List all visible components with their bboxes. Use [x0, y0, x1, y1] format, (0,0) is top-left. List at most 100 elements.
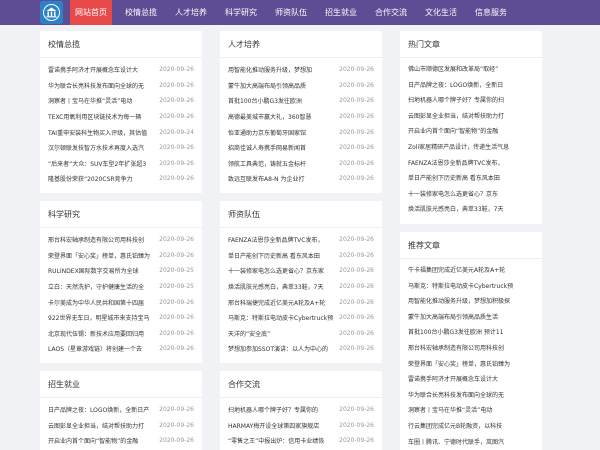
- list-item[interactable]: 雷诺携手阿济才开展概念车设计大: [408, 372, 534, 388]
- list-item[interactable]: 开启业内首个面向“智能物”的金融 2020-09-26: [48, 433, 194, 449]
- list-item[interactable]: 用智能化推动服务升级，梦想加 2020-09-26: [228, 62, 374, 78]
- list-item[interactable]: 牛卡福集团完成近亿美元A轮及A+轮: [408, 263, 534, 279]
- list-item[interactable]: 招商佳诚人寿携手网易新闻首 2020-09-26: [228, 140, 374, 156]
- sidebar-title: 热门文章: [400, 31, 542, 58]
- list-item[interactable]: 焕活肌肤光感亮白，典萃33鞋，7天: [408, 202, 534, 218]
- list-item[interactable]: 梦想加参加SSOT演讲：以人为中心的 2020-09-26: [228, 341, 374, 357]
- list-item[interactable]: 扫地机器人哪个牌子好？专属你的扫: [408, 93, 534, 109]
- site-logo[interactable]: [40, 1, 63, 24]
- list-item[interactable]: 车圈丨腾讯、宁德时代联手，岚图汽: [408, 435, 534, 450]
- list-item[interactable]: 洞察者丨宝马在华推“灵活”电动: [408, 403, 534, 419]
- list-item[interactable]: 云图彭显全业担当，结对帮扶助力打: [408, 109, 534, 125]
- nav-item-talent[interactable]: 人才培养: [170, 0, 212, 25]
- list-item[interactable]: 华为联合长亮科技发布面向全球的无: [408, 388, 534, 404]
- article-list: 日产品牌之夜：LOGO焕新，全新日产 2020-09-26 云图彭显全业担当，结对…: [40, 398, 202, 449]
- nav-item-faculty[interactable]: 师资队伍: [270, 0, 312, 25]
- article-date: 2020-09-26: [339, 144, 374, 152]
- article-title: “零售之王”中报出炉：信用卡业绩恢: [228, 438, 325, 446]
- list-item[interactable]: 十一装修家电怎么选更省心？京东: [408, 187, 534, 203]
- article-date: 2020-09-26: [159, 345, 194, 353]
- list-item[interactable]: FAENZA法恩莎全新品牌TVC发布，: [408, 156, 534, 172]
- list-item[interactable]: HARMAY梅开设全球第四家旗舰店 2020-09-26: [228, 418, 374, 434]
- article-date: 2020-09-26: [339, 421, 374, 429]
- list-item[interactable]: 云图彭显全业担当，结对帮扶助力打 2020-09-26: [48, 418, 194, 434]
- list-item[interactable]: 华为联合长亮科技发布面向全球的无 2020-09-26: [48, 78, 194, 94]
- list-item[interactable]: 天洋的“安全底” 2020-09-26: [228, 326, 374, 342]
- article-date: 2020-09-25: [159, 283, 194, 291]
- nav-item-cooperation[interactable]: 合作交流: [370, 0, 412, 25]
- list-item[interactable]: Zoli家居精研产品设计，传递生活气息: [408, 140, 534, 156]
- article-date: 2020-09-26: [339, 283, 374, 291]
- article-title: 马斯克：特斯拉电动皮卡Cybertruck预: [228, 315, 334, 323]
- article-title: 汉尔顿联发技智方水技术再度入选汽: [48, 145, 145, 153]
- article-date: 2020-09-26: [159, 97, 194, 105]
- card-title: 合作交流: [220, 371, 382, 398]
- list-item[interactable]: 日产品牌之夜：LOGO焕新，全新日: [408, 78, 534, 94]
- article-list: 雷诺携手阿济才开展概念车设计大 2020-09-26 华为联合长亮科技发布面向全球…: [40, 58, 202, 187]
- card-admissions: 招生就业 日产品牌之夜：LOGO焕新，全新日产 2020-09-26 云图彭显全业…: [40, 371, 202, 450]
- article-title: 日产品牌之夜：LOGO焕新，全新日产: [48, 407, 150, 415]
- list-item[interactable]: 行云集团完成亿元B轮融资，以科技: [408, 419, 534, 435]
- list-item[interactable]: 蒙牛加大高端布局引领高品质生活: [408, 310, 534, 326]
- list-item[interactable]: 致远互联发布A8-N 为企业打 2020-09-26: [228, 171, 374, 187]
- nav-item-culture[interactable]: 文化生活: [420, 0, 462, 25]
- sidebar-hot-articles: 热门文章 佛山市顺德区发展和改革局“取经” 日产品牌之夜：LOGO焕新，全新日 …: [400, 31, 542, 224]
- list-item[interactable]: 日产品牌之夜：LOGO焕新，全新日产 2020-09-26: [48, 402, 194, 418]
- nav-item-info-service[interactable]: 信息服务: [470, 0, 512, 25]
- article-date: 2020-09-24: [159, 128, 194, 136]
- nav-item-admissions[interactable]: 招生就业: [320, 0, 362, 25]
- list-item[interactable]: RULINDEX国际数字交易所为全球 2020-09-25: [48, 263, 194, 279]
- article-title: TAI重申安装科生物买入评级，其估值: [48, 129, 148, 137]
- list-item[interactable]: 荣登界面「安心奖」榜单，惠氏铂臻为 2020-09-26: [48, 248, 194, 264]
- list-item[interactable]: 马斯克：特斯拉电动皮卡Cybertruck预: [408, 279, 534, 295]
- article-title: LAOS（星章游戏链）将创建一个去: [48, 346, 143, 354]
- list-item[interactable]: 用智能化推动服务升级，梦想加积极探: [408, 294, 534, 310]
- list-item[interactable]: 邢台科宏轴承制造有限公司用科技创 2020-09-26: [48, 232, 194, 248]
- list-item[interactable]: 十一装修家电怎么选更省心？京东家 2020-09-26: [228, 263, 374, 279]
- article-date: 2020-09-26: [339, 66, 374, 74]
- card-title: 校情总揽: [40, 31, 202, 58]
- list-item[interactable]: 卡尔美成为中华人民共和国第十四届 2020-09-26: [48, 294, 194, 310]
- university-building-icon: [43, 4, 60, 21]
- list-item[interactable]: 怡亚通助力京东葡萄牙国家馆 2020-09-26: [228, 124, 374, 140]
- article-title: 梦想加参加SSOT演讲：以人为中心的: [228, 346, 329, 354]
- nav-item-overview[interactable]: 校情总揽: [120, 0, 162, 25]
- list-item[interactable]: 邢台科宏轴承制造有限公司用科技创: [408, 341, 534, 357]
- list-item[interactable]: 北京现代伍锡：新技术应用要回归用 2020-09-26: [48, 326, 194, 342]
- list-item[interactable]: 立白：天然洗护，守护健康生活的全 2020-09-25: [48, 279, 194, 295]
- list-item[interactable]: 单日产能创下历史新高 看东风本田 2020-09-26: [228, 248, 374, 264]
- article-title: 高德最美城市赢大礼，360智慧: [228, 114, 312, 122]
- list-item[interactable]: 蒙牛加大高端布局引领高品质 2020-09-26: [228, 78, 374, 94]
- list-item[interactable]: 雷诺携手阿济才开展概念车设计大 2020-09-26: [48, 62, 194, 78]
- list-item[interactable]: 单日产能创下历史新高 看东风本田: [408, 171, 534, 187]
- list-item[interactable]: TAI重申安装科生物买入评级，其估值 2020-09-24: [48, 124, 194, 140]
- list-item[interactable]: 汉尔顿联发技智方水技术再度入选汽 2020-09-26: [48, 140, 194, 156]
- article-date: 2020-09-26: [339, 406, 374, 414]
- list-item[interactable]: 荣登界面「安心奖」榜单，惠氏铂臻为: [408, 357, 534, 373]
- list-item[interactable]: 扫地机器人哪个牌子好？专属你的 2020-09-26: [228, 402, 374, 418]
- article-date: 2020-09-26: [159, 175, 194, 183]
- list-item[interactable]: 洞察者丨宝马在华推“灵活”电动 2020-09-26: [48, 93, 194, 109]
- list-item[interactable]: 922世界无车日，明星城市来支持宝马 2020-09-26: [48, 310, 194, 326]
- list-item[interactable]: TEXC用氧利用区块链技术为每一辆 2020-09-26: [48, 109, 194, 125]
- list-item[interactable]: 首批100台小鹏G3发往欧洲 2020-09-26: [228, 93, 374, 109]
- article-title: “后来者”大众：SUV车型2年扩张超3: [48, 160, 147, 168]
- list-item[interactable]: 马斯克：特斯拉电动皮卡Cybertruck预 2020-09-26: [228, 310, 374, 326]
- list-item[interactable]: FAENZA法恩莎全新品牌TVC发布， 2020-09-26: [228, 232, 374, 248]
- list-item[interactable]: 开启业内首个面向“智能物”的金融: [408, 124, 534, 140]
- nav-item-research[interactable]: 科学研究: [220, 0, 262, 25]
- article-title: 十一装修家电怎么选更省心？京东家: [228, 268, 325, 276]
- list-item[interactable]: 首批100台小鹏G3发往欧洲 预计11: [408, 325, 534, 341]
- list-item[interactable]: 焕活肌肤光感亮白，典萃33鞋，7天 2020-09-26: [228, 279, 374, 295]
- list-item[interactable]: “后来者”大众：SUV车型2年扩张超3 2020-09-26: [48, 156, 194, 172]
- list-item[interactable]: 隆基股份荣获“2020CSR竞争力 2020-09-26: [48, 171, 194, 187]
- list-item[interactable]: 邢台科瑞捷完成近亿美元A轮及A+轮 2020-09-26: [228, 294, 374, 310]
- nav-item-home[interactable]: 网站首页: [70, 0, 112, 25]
- list-item[interactable]: 佛山市顺德区发展和改革局“取经”: [408, 62, 534, 78]
- list-item[interactable]: 高德最美城市赢大礼，360智慧 2020-09-26: [228, 109, 374, 125]
- list-item[interactable]: 领航工具典范，铸就五金标杆 2020-09-26: [228, 156, 374, 172]
- list-item[interactable]: “零售之王”中报出炉：信用卡业绩恢 2020-09-26: [228, 433, 374, 449]
- article-date: 2020-09-26: [159, 421, 194, 429]
- list-item[interactable]: LAOS（星章游戏链）将创建一个去 2020-09-26: [48, 341, 194, 357]
- article-date: 2020-09-26: [159, 298, 194, 306]
